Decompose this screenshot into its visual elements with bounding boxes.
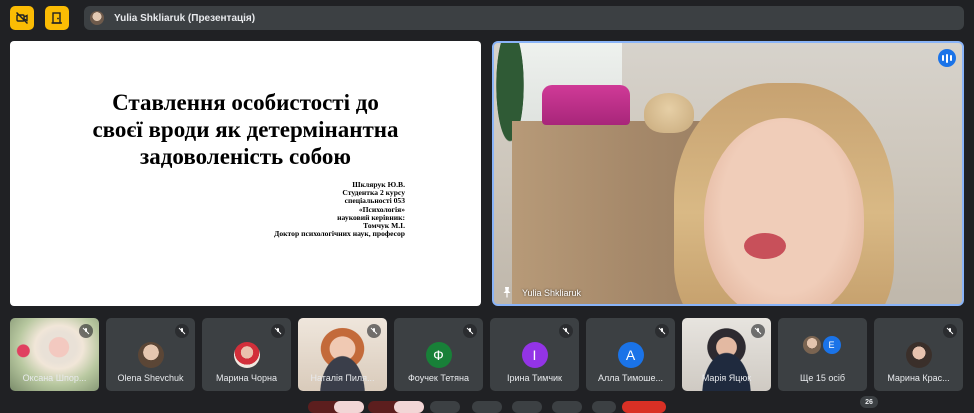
more-participants-avatars: E (802, 336, 843, 354)
shared-presentation-slide[interactable]: Ставлення особистості до своєї вроди як … (10, 41, 481, 306)
participant-tile[interactable]: Olena Shevchuk (106, 318, 195, 391)
participant-avatar (137, 342, 164, 368)
slide-title-line: своєї вроди як детермінантна (92, 117, 399, 142)
more-participants-tile[interactable]: E Ще 15 осіб (778, 318, 867, 391)
speaker-video-toy (644, 93, 694, 133)
mic-off-icon (367, 324, 381, 338)
mic-off-icon (271, 324, 285, 338)
participant-tile[interactable]: Марина Чорна (202, 318, 291, 391)
more-options-button[interactable] (592, 401, 616, 413)
mic-off-icon (175, 324, 189, 338)
leave-room-button[interactable] (45, 6, 69, 30)
speaker-video-person-face (704, 118, 864, 304)
present-button[interactable] (512, 401, 542, 413)
mic-off-icon (655, 324, 669, 338)
speaker-video-person-mouth (744, 233, 786, 259)
participant-name: Фоучек Тетяна (407, 373, 470, 383)
participant-tile[interactable]: Оксана Шпор... (10, 318, 99, 391)
slide-title-line: задоволеність собою (140, 144, 351, 169)
top-bar: Yulia Shkliaruk (Презентація) (0, 0, 974, 36)
leave-call-button[interactable] (622, 401, 666, 413)
participant-avatar: E (822, 336, 841, 354)
presenter-label: Yulia Shkliaruk (Презентація) (114, 12, 256, 24)
speaker-video-bag (542, 85, 630, 125)
participant-avatar (802, 336, 821, 354)
mic-off-icon (751, 324, 765, 338)
participant-name: Марія Яцюк (701, 373, 752, 383)
slide-title: Ставлення особистості до своєї вроди як … (10, 89, 481, 170)
participant-tile[interactable]: І Ірина Тимчик (490, 318, 579, 391)
mic-off-icon (79, 324, 93, 338)
presenter-chip[interactable]: Yulia Shkliaruk (Презентація) (84, 6, 964, 30)
active-speaker-tile[interactable]: Yulia Shkliaruk (492, 41, 964, 306)
participant-name: Оксана Шпор... (22, 373, 87, 383)
participant-name: Наталія Пиля... (310, 373, 375, 383)
mic-off-icon (463, 324, 477, 338)
door-exit-icon (51, 12, 62, 24)
raise-hand-button[interactable] (552, 401, 582, 413)
participant-name: Марина Крас... (887, 373, 950, 383)
participant-name: Марина Чорна (215, 373, 278, 383)
participant-avatar: Ф (425, 342, 452, 368)
camera-toggle-button-highlight (394, 401, 424, 413)
slide-meta-line: Доктор психологічних наук, професор (274, 229, 405, 239)
mic-toggle-button-highlight (334, 401, 364, 413)
participant-tile[interactable]: Марія Яцюк (682, 318, 771, 391)
mic-off-icon (559, 324, 573, 338)
speaking-indicator-icon (938, 49, 956, 67)
participant-tile[interactable]: Ф Фоучек Тетяна (394, 318, 483, 391)
presenter-avatar (90, 11, 104, 25)
participant-avatar: І (521, 342, 548, 368)
pin-icon[interactable] (502, 286, 512, 298)
participant-name: Ще 15 осіб (799, 373, 846, 383)
captions-button[interactable] (430, 401, 460, 413)
camera-off-icon (15, 11, 29, 25)
participant-count-badge: 26 (860, 396, 878, 408)
participant-tile[interactable]: Марина Крас... (874, 318, 963, 391)
participant-avatar (905, 342, 932, 368)
participant-tile[interactable]: Наталія Пиля... (298, 318, 387, 391)
slide-author-info: Шклярук Ю.В. Студентка 2 курсу спеціальн… (274, 180, 405, 239)
participant-tile[interactable]: А Алла Тимоше... (586, 318, 675, 391)
camera-off-button[interactable] (10, 6, 34, 30)
participant-name: Ірина Тимчик (507, 373, 562, 383)
reactions-button[interactable] (472, 401, 502, 413)
participant-name: Olena Shevchuk (117, 373, 184, 383)
mic-off-icon (943, 324, 957, 338)
participant-name: Алла Тимоше... (597, 373, 664, 383)
slide-title-line: Ставлення особистості до (112, 90, 379, 115)
participant-avatar: А (617, 342, 644, 368)
participant-avatar (233, 342, 260, 368)
speaker-name: Yulia Shkliaruk (522, 288, 582, 298)
